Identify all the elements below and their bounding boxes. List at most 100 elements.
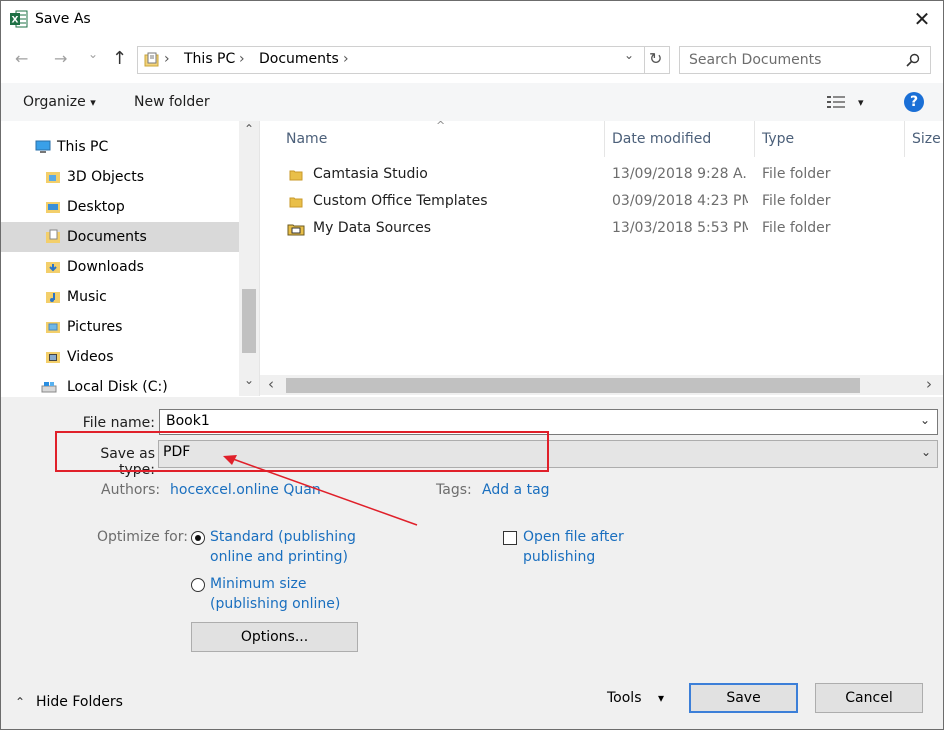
optimize-minimum-label-line1[interactable]: Minimum size: [210, 576, 306, 592]
scroll-thumb[interactable]: [242, 289, 256, 353]
open-after-publishing-label-line1[interactable]: Open file after: [523, 529, 624, 545]
optimize-standard-label-line1[interactable]: Standard (publishing: [210, 529, 356, 545]
new-folder-button[interactable]: New folder: [134, 94, 210, 110]
tree-item-this-pc[interactable]: This PC: [1, 132, 239, 162]
column-header-type[interactable]: Type: [762, 131, 794, 147]
tree-item-videos[interactable]: Videos: [1, 342, 239, 372]
optimize-for-label: Optimize for:: [97, 529, 188, 545]
authors-value[interactable]: hocexcel.online Quan: [170, 482, 321, 498]
column-separator[interactable]: [604, 121, 605, 157]
view-dropdown-icon[interactable]: ▾: [858, 96, 864, 109]
breadcrumb-chevron-icon[interactable]: ›: [343, 51, 349, 67]
folder-desktop-icon: [46, 202, 60, 213]
search-icon[interactable]: [906, 53, 920, 67]
optimize-standard-radio[interactable]: [191, 531, 205, 545]
column-header-name[interactable]: Name: [286, 131, 327, 147]
tree-item-3d-objects[interactable]: 3D Objects: [1, 162, 239, 192]
tree-item-label: This PC: [57, 139, 109, 155]
sort-ascending-icon: ^: [436, 121, 446, 132]
file-name: My Data Sources: [313, 220, 432, 236]
file-row[interactable]: Camtasia Studio 13/09/2018 9:28 A... Fil…: [260, 162, 943, 189]
address-dropdown-icon[interactable]: ⌄: [624, 48, 634, 62]
file-date: 13/09/2018 9:28 A...: [612, 166, 748, 182]
folder-videos-icon: [46, 352, 60, 363]
breadcrumb-chevron-icon[interactable]: ›: [164, 51, 170, 67]
forward-arrow-icon[interactable]: →: [54, 49, 67, 68]
add-tag-link[interactable]: Add a tag: [482, 482, 550, 498]
folder-pictures-icon: [46, 322, 60, 333]
hide-folders-chevron-icon[interactable]: ⌃: [15, 695, 25, 709]
open-after-publishing-label-line2[interactable]: publishing: [523, 549, 595, 565]
save-button[interactable]: Save: [689, 683, 798, 713]
refresh-icon[interactable]: ↻: [649, 49, 662, 68]
tree-item-label: Pictures: [67, 319, 123, 335]
scroll-left-icon[interactable]: ‹: [268, 375, 274, 393]
scroll-down-icon[interactable]: ⌄: [244, 373, 254, 387]
optimize-minimum-radio[interactable]: [191, 578, 205, 592]
column-separator[interactable]: [754, 121, 755, 157]
breadcrumb-documents[interactable]: Documents: [259, 51, 339, 67]
optimize-standard-label-line2[interactable]: online and printing): [210, 549, 348, 565]
file-list: ^ Name Date modified Type Size Camtasia …: [260, 121, 943, 396]
tools-dropdown-icon[interactable]: ▾: [658, 691, 664, 705]
pc-icon: [35, 140, 51, 153]
highlight-box: [55, 431, 549, 472]
breadcrumb-chevron-icon[interactable]: ›: [239, 51, 245, 67]
tree-item-label: 3D Objects: [67, 169, 145, 185]
tree-item-pictures[interactable]: Pictures: [1, 312, 239, 342]
folder-icon: [289, 197, 303, 208]
tags-label: Tags:: [436, 482, 472, 498]
help-icon[interactable]: ?: [904, 92, 924, 112]
save-as-type-dropdown-icon[interactable]: ⌄: [921, 445, 931, 459]
address-bar[interactable]: › This PC › Documents › ⌄ ↻: [137, 46, 670, 74]
tools-button[interactable]: Tools: [607, 690, 642, 706]
documents-location-icon: [144, 52, 159, 67]
options-button[interactable]: Options...: [191, 622, 358, 652]
tree-item-documents[interactable]: Documents: [1, 222, 239, 252]
organize-button[interactable]: Organize ▾: [23, 94, 96, 110]
file-row[interactable]: My Data Sources 13/03/2018 5:53 PM File …: [260, 216, 943, 243]
optimize-minimum-label-line2[interactable]: (publishing online): [210, 596, 340, 612]
file-name-dropdown-icon[interactable]: ⌄: [920, 413, 930, 427]
up-arrow-icon[interactable]: ↑: [112, 48, 127, 69]
tree-item-label: Downloads: [67, 259, 144, 275]
disk-icon: [41, 382, 57, 393]
tree-item-downloads[interactable]: Downloads: [1, 252, 239, 282]
file-type: File folder: [762, 193, 831, 209]
save-as-dialog: X Save As ✕ ← → ⌄ ↑ › This PC › Document…: [0, 0, 944, 730]
file-date: 13/03/2018 5:53 PM: [612, 220, 748, 236]
tree-item-desktop[interactable]: Desktop: [1, 192, 239, 222]
tree-item-label: Desktop: [67, 199, 125, 215]
authors-label: Authors:: [101, 482, 161, 498]
navigation-pane: This PC 3D Objects Desktop Documents Dow…: [1, 121, 259, 396]
column-separator[interactable]: [904, 121, 905, 157]
file-type: File folder: [762, 166, 831, 182]
file-row[interactable]: Custom Office Templates 03/09/2018 4:23 …: [260, 189, 943, 216]
scroll-right-icon[interactable]: ›: [926, 375, 932, 393]
file-date: 03/09/2018 4:23 PM: [612, 193, 748, 209]
scroll-thumb[interactable]: [286, 378, 860, 393]
close-icon[interactable]: ✕: [907, 5, 937, 33]
organize-label: Organize: [23, 94, 86, 110]
folder-documents-icon: [46, 229, 60, 243]
column-header-date-modified[interactable]: Date modified: [612, 131, 711, 147]
breadcrumb-this-pc[interactable]: This PC: [184, 51, 235, 67]
folder-downloads-icon: [46, 262, 60, 273]
window-title: Save As: [35, 11, 91, 27]
navigation-pane-scrollbar[interactable]: ⌃ ⌄: [239, 121, 259, 396]
back-arrow-icon[interactable]: ←: [15, 49, 28, 68]
file-name: Custom Office Templates: [313, 193, 488, 209]
file-list-horizontal-scrollbar[interactable]: ‹ ›: [260, 375, 943, 395]
open-after-publishing-checkbox[interactable]: [503, 531, 517, 545]
view-options-icon[interactable]: [827, 95, 847, 109]
column-header-size[interactable]: Size: [912, 131, 941, 147]
folder-3d-icon: [46, 172, 60, 183]
scroll-up-icon[interactable]: ⌃: [244, 122, 254, 136]
search-input[interactable]: Search Documents: [679, 46, 931, 74]
folder-music-icon: [46, 292, 60, 303]
recent-locations-icon[interactable]: ⌄: [88, 47, 98, 61]
tree-item-label: Videos: [67, 349, 114, 365]
cancel-button[interactable]: Cancel: [815, 683, 923, 713]
tree-item-music[interactable]: Music: [1, 282, 239, 312]
hide-folders-button[interactable]: Hide Folders: [36, 694, 123, 710]
